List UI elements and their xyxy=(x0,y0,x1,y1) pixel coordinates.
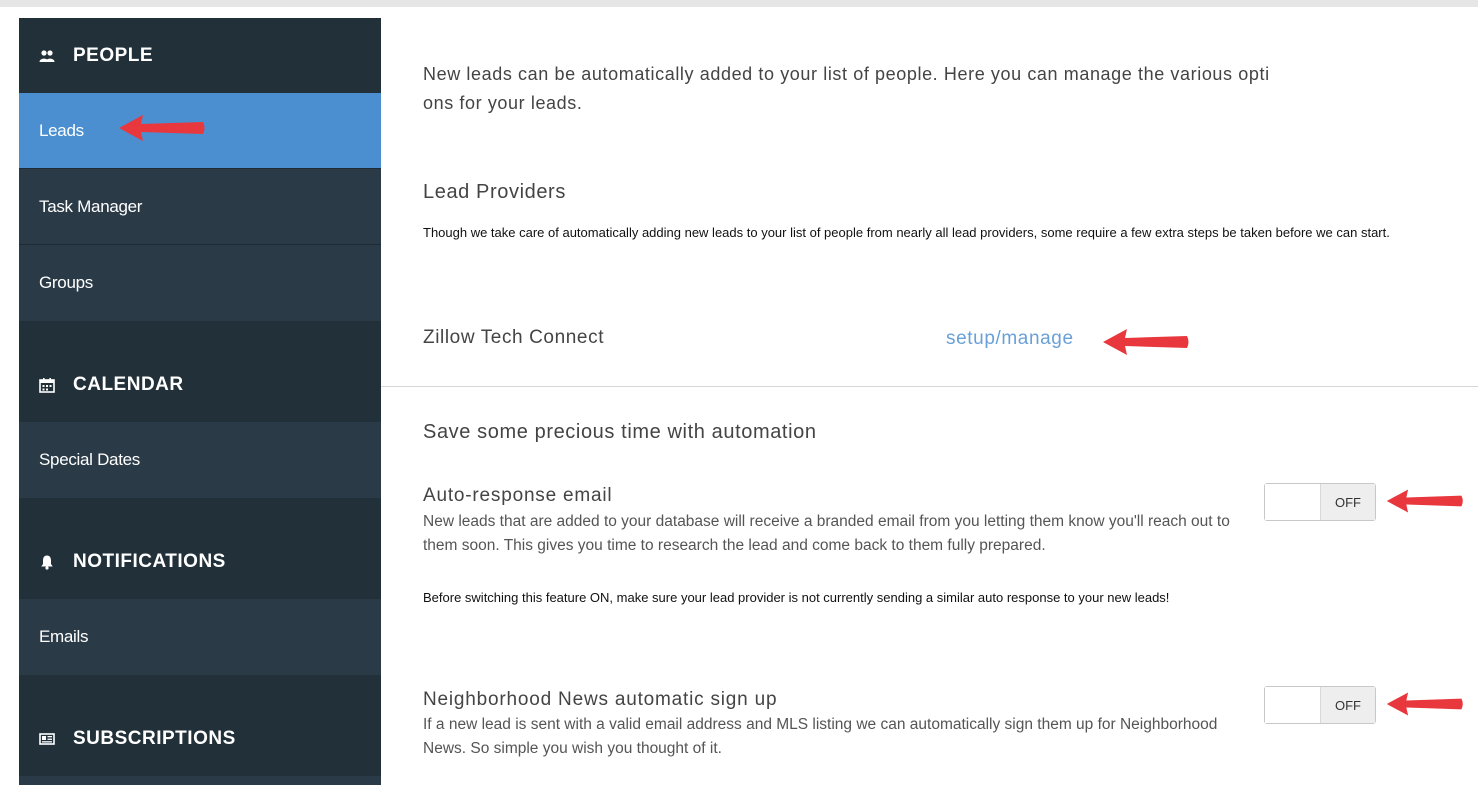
sidebar-heading-label: NOTIFICATIONS xyxy=(73,551,226,572)
intro-line: ons for your leads. xyxy=(423,93,583,113)
section-divider xyxy=(381,386,1478,387)
auto-response-toggle[interactable]: OFF xyxy=(1264,483,1376,521)
annotation-arrow-icon xyxy=(119,115,205,141)
sidebar-heading-people: PEOPLE xyxy=(19,18,381,93)
annotation-arrow-icon xyxy=(1386,692,1463,716)
lead-providers-heading: Lead Providers xyxy=(423,181,566,203)
lead-providers-note: Though we take care of automatically add… xyxy=(423,225,1390,240)
neighborhood-news-label: Neighborhood News automatic sign up xyxy=(423,689,778,710)
calendar-icon xyxy=(39,377,55,393)
auto-response-warning: Before switching this feature ON, make s… xyxy=(423,590,1170,605)
provider-name: Zillow Tech Connect xyxy=(423,327,605,348)
neighborhood-news-toggle[interactable]: OFF xyxy=(1264,686,1376,724)
intro-text: New leads can be automatically added to … xyxy=(423,60,1443,118)
sidebar-item-label: Emails xyxy=(39,627,89,646)
neighborhood-news-description: If a new lead is sent with a valid email… xyxy=(423,716,1218,757)
annotation-arrow-icon xyxy=(1103,329,1189,355)
sidebar-heading-label: PEOPLE xyxy=(73,44,154,66)
toggle-knob xyxy=(1265,484,1321,520)
sidebar-item-groups[interactable]: Groups xyxy=(19,245,381,321)
toggle-knob xyxy=(1265,687,1321,723)
sidebar-item-label: Special Dates xyxy=(39,450,140,469)
toggle-state: OFF xyxy=(1321,687,1375,723)
sidebar-item-task-manager[interactable]: Task Manager xyxy=(19,169,381,245)
sidebar-item-label: Groups xyxy=(39,273,93,292)
sidebar-heading-subscriptions: SUBSCRIPTIONS xyxy=(19,675,381,776)
intro-line: New leads can be automatically added to … xyxy=(423,64,1270,84)
toggle-state: OFF xyxy=(1321,484,1375,520)
sidebar-heading-notifications: NOTIFICATIONS xyxy=(19,498,381,599)
sidebar-item-label: Leads xyxy=(39,120,84,140)
sidebar-item-label: Task Manager xyxy=(39,196,143,216)
sidebar-heading-label: CALENDAR xyxy=(73,374,184,395)
auto-response-description: New leads that are added to your databas… xyxy=(423,513,1230,554)
sidebar-heading-label: SUBSCRIPTIONS xyxy=(73,728,236,749)
annotation-arrow-icon xyxy=(1386,489,1463,513)
sidebar-heading-calendar: CALENDAR xyxy=(19,321,381,422)
bell-icon xyxy=(39,554,55,570)
sidebar-item-emails[interactable]: Emails xyxy=(19,599,381,675)
automation-heading: Save some precious time with automation xyxy=(423,421,817,443)
setup-manage-link[interactable]: setup/manage xyxy=(946,328,1074,350)
leads-settings-panel: New leads can be automatically added to … xyxy=(381,18,1478,785)
users-icon xyxy=(39,48,55,64)
auto-response-label: Auto-response email xyxy=(423,485,613,506)
newspaper-icon xyxy=(39,731,55,747)
sidebar-item-special-dates[interactable]: Special Dates xyxy=(19,422,381,498)
